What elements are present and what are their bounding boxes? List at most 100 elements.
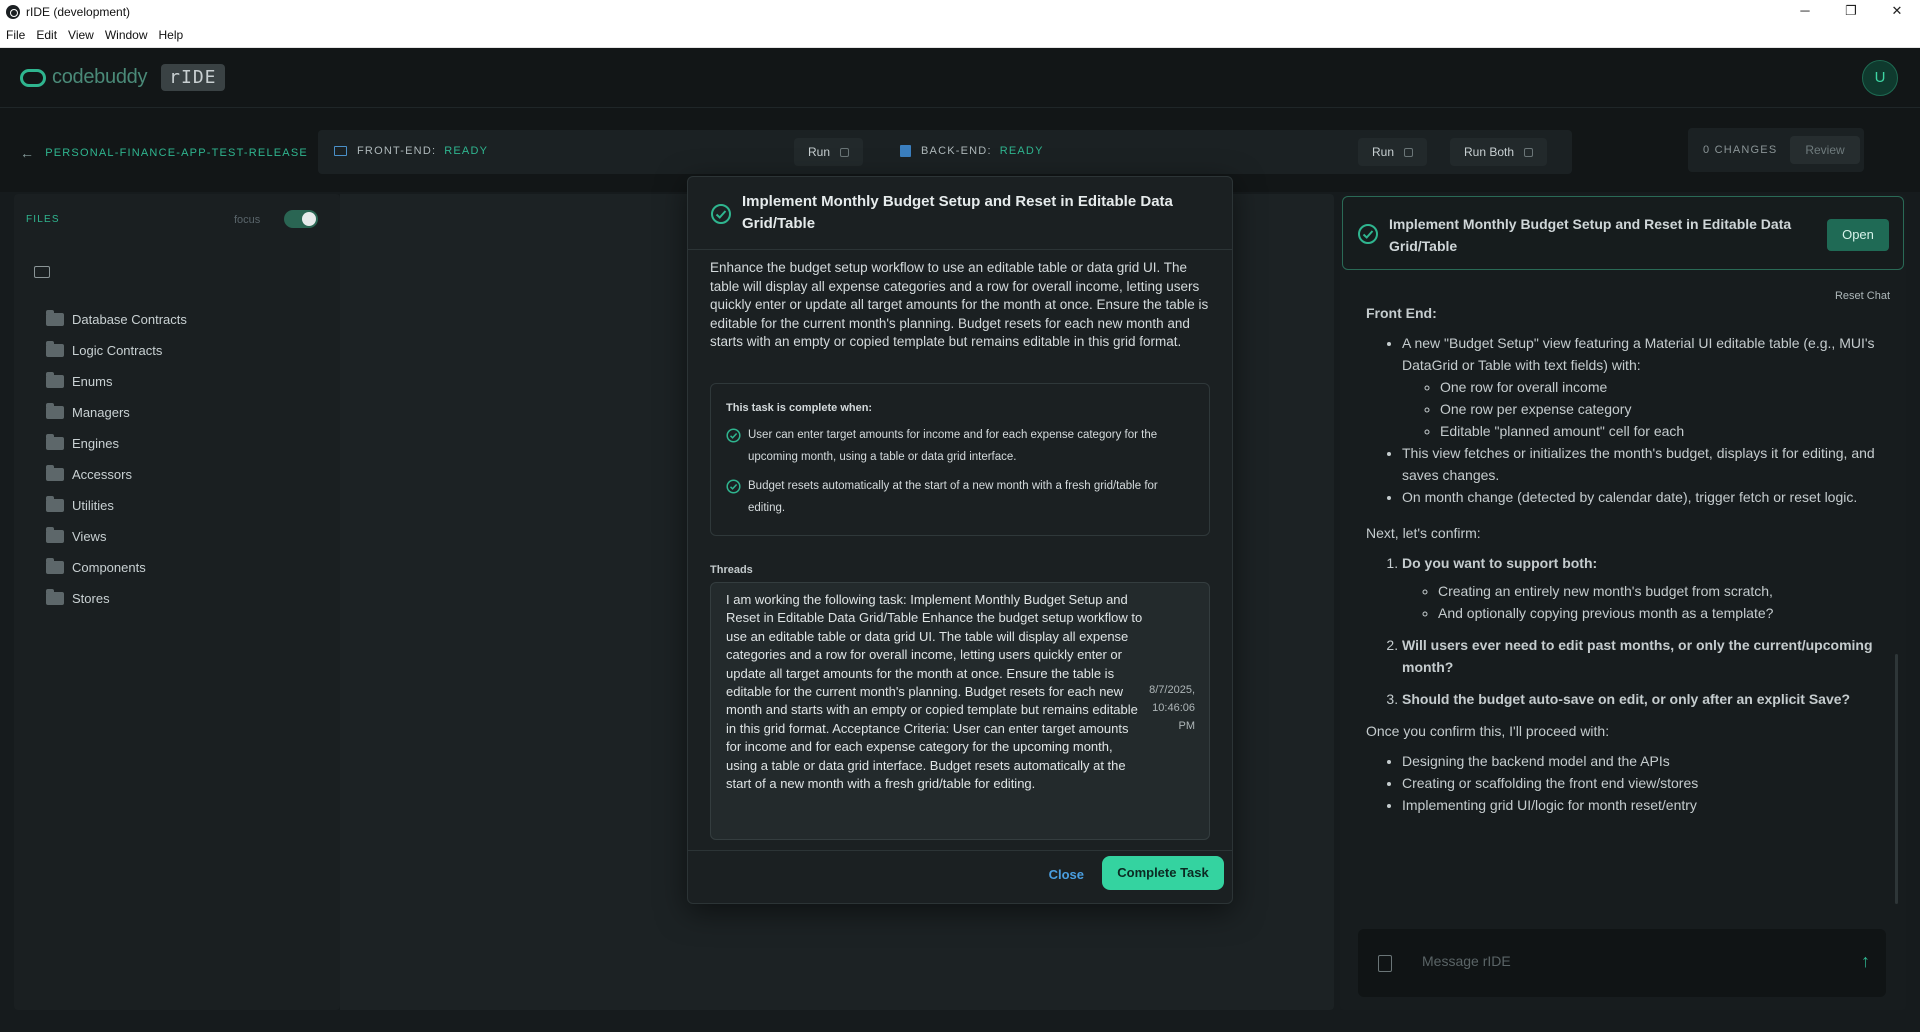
folder-icon	[46, 589, 64, 605]
criteria-title: This task is complete when:	[726, 402, 873, 414]
thread-item[interactable]: I am working the following task: Impleme…	[710, 582, 1210, 840]
minimize-button[interactable]: ─	[1782, 0, 1828, 23]
list-item: Editable "planned amount" cell for each	[1440, 420, 1886, 442]
project-name: PERSONAL-FINANCE-APP-TEST-RELEASE	[45, 147, 308, 159]
active-task-card: Implement Monthly Budget Setup and Reset…	[1342, 196, 1904, 270]
list-item-text: A new "Budget Setup" view featuring a Ma…	[1402, 335, 1875, 373]
list-item: Will users ever need to edit past months…	[1402, 634, 1886, 678]
maximize-button[interactable]: ❐	[1828, 0, 1874, 23]
folder-label: Engines	[72, 436, 119, 451]
thread-time: 10:46:06	[1152, 702, 1195, 714]
attach-file-icon[interactable]	[1378, 955, 1392, 972]
close-button[interactable]: Close	[1049, 867, 1084, 882]
changes-bar: 0 CHANGES Review	[1688, 128, 1864, 172]
modal-header: Implement Monthly Budget Setup and Reset…	[688, 177, 1232, 250]
folder-icon	[46, 496, 64, 512]
environment-bar: FRONT-END: READY Run BACK-END: READY Run…	[318, 130, 1572, 174]
menu-view[interactable]: View	[68, 28, 94, 42]
question-text: Will users ever need to edit past months…	[1402, 637, 1873, 675]
frontend-label: FRONT-END:	[357, 145, 437, 157]
run-backend-label: Run	[1372, 145, 1395, 159]
list-item: Should the budget auto-save on edit, or …	[1402, 688, 1886, 710]
user-avatar[interactable]: U	[1862, 60, 1898, 96]
window-title: rIDE (development)	[26, 4, 131, 19]
codebuddy-logo-icon	[20, 68, 46, 87]
menu-edit[interactable]: Edit	[36, 28, 57, 42]
list-item: A new "Budget Setup" view featuring a Ma…	[1402, 332, 1886, 442]
sub-list: Creating an entirely new month's budget …	[1402, 580, 1886, 624]
files-panel: FILES focus Database Contracts Logic Con…	[14, 194, 340, 1010]
focus-toggle[interactable]	[284, 210, 318, 228]
backend-label: BACK-END:	[921, 145, 992, 157]
run-backend-button[interactable]: Run	[1358, 138, 1428, 166]
frontend-status-value: READY	[444, 145, 489, 157]
check-circle-icon	[1358, 224, 1378, 244]
folder-item[interactable]: Stores	[46, 583, 187, 614]
thread-date: 8/7/2025,	[1149, 684, 1195, 696]
list-item: Implementing grid UI/logic for month res…	[1402, 794, 1886, 816]
run-both-button[interactable]: Run Both	[1450, 138, 1548, 166]
chat-panel: Implement Monthly Budget Setup and Reset…	[1340, 194, 1906, 1010]
list-item: One row for overall income	[1440, 376, 1886, 398]
logo-text: codebuddy	[52, 66, 148, 88]
folder-label: Views	[72, 529, 107, 544]
folder-item[interactable]: Logic Contracts	[46, 335, 187, 366]
criteria-text: User can enter target amounts for income…	[748, 429, 1158, 463]
server-icon	[900, 145, 911, 157]
stop-square-icon	[840, 147, 850, 157]
folder-item[interactable]: Managers	[46, 397, 187, 428]
menu-help[interactable]: Help	[159, 28, 184, 42]
check-circle-icon	[711, 204, 731, 224]
menubar: File Edit View Window Help	[0, 23, 1920, 48]
complete-task-button[interactable]: Complete Task	[1102, 856, 1224, 890]
modal-title: Implement Monthly Budget Setup and Reset…	[742, 193, 1173, 232]
menu-file[interactable]: File	[6, 28, 25, 42]
back-to-project[interactable]: ← PERSONAL-FINANCE-APP-TEST-RELEASE	[20, 145, 308, 161]
folder-item[interactable]: Utilities	[46, 490, 187, 521]
focus-label: focus	[234, 214, 261, 226]
folder-icon	[46, 403, 64, 419]
list-item: One row per expense category	[1440, 398, 1886, 420]
logo[interactable]: codebuddy rIDE	[20, 64, 225, 91]
list-item: Do you want to support both: Creating an…	[1402, 552, 1886, 624]
task-description: Enhance the budget setup workflow to use…	[710, 260, 1209, 349]
task-modal: Implement Monthly Budget Setup and Reset…	[687, 176, 1233, 904]
criteria-item: Budget resets automatically at the start…	[726, 475, 1196, 519]
folder-icon	[46, 558, 64, 574]
monitor-icon	[334, 146, 347, 156]
folder-item[interactable]: Components	[46, 552, 187, 583]
run-frontend-button[interactable]: Run	[794, 138, 864, 166]
folder-outline-icon[interactable]	[34, 266, 50, 278]
modal-footer: Close Complete Task	[688, 850, 1232, 904]
folder-item[interactable]: Views	[46, 521, 187, 552]
review-button[interactable]: Review	[1790, 136, 1860, 164]
send-arrow-icon[interactable]: ↑	[1861, 951, 1870, 972]
folder-label: Stores	[72, 591, 110, 606]
check-circle-icon	[726, 479, 741, 494]
folder-item[interactable]: Database Contracts	[46, 304, 187, 335]
folder-icon	[46, 372, 64, 388]
folder-icon	[46, 465, 64, 481]
stop-square-icon	[1524, 147, 1534, 157]
list-item: On month change (detected by calendar da…	[1402, 486, 1886, 508]
bullet-list: Designing the backend model and the APIs…	[1366, 750, 1886, 816]
reset-chat-button[interactable]: Reset Chat	[1835, 290, 1890, 302]
backend-status: BACK-END: READY	[900, 145, 1044, 157]
app-icon	[6, 4, 20, 19]
folder-item[interactable]: Engines	[46, 428, 187, 459]
folder-icon	[46, 310, 64, 326]
chat-scrollbar[interactable]	[1895, 654, 1898, 904]
window-titlebar: rIDE (development) ─ ❐ ✕	[0, 0, 1920, 23]
ride-badge: rIDE	[161, 64, 225, 91]
menu-window[interactable]: Window	[105, 28, 148, 42]
close-window-button[interactable]: ✕	[1874, 0, 1920, 23]
run-both-label: Run Both	[1464, 145, 1515, 159]
message-input[interactable]	[1422, 953, 1802, 969]
proceed-intro: Once you confirm this, I'll proceed with…	[1366, 723, 1610, 739]
thread-ampm: PM	[1178, 720, 1196, 732]
folder-item[interactable]: Enums	[46, 366, 187, 397]
backend-status-value: READY	[999, 145, 1044, 157]
folder-item[interactable]: Accessors	[46, 459, 187, 490]
open-task-button[interactable]: Open	[1827, 219, 1889, 251]
question-text: Should the budget auto-save on edit, or …	[1402, 691, 1851, 707]
